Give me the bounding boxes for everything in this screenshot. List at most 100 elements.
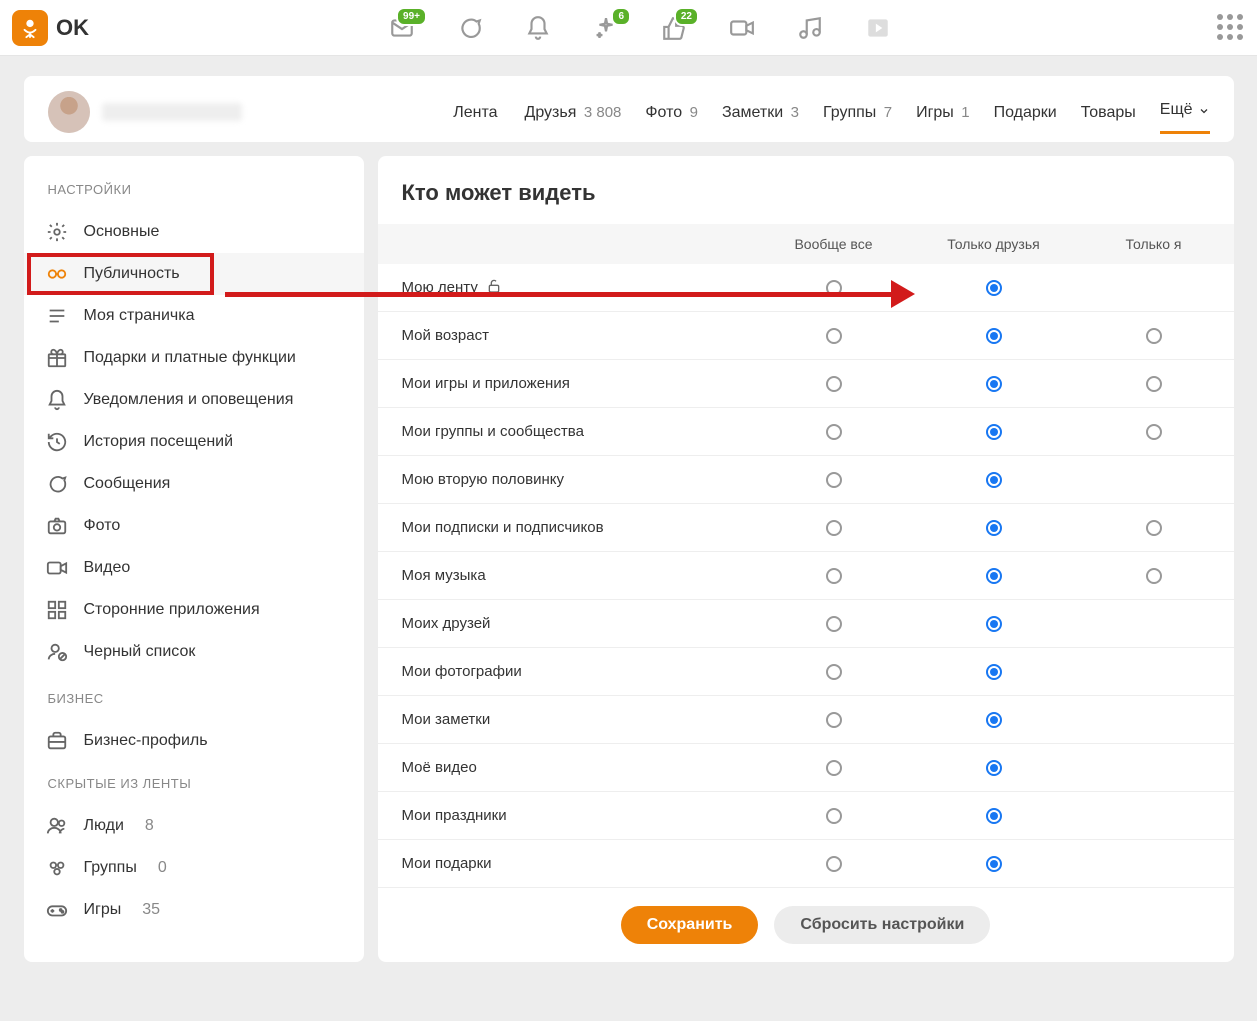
radio-everyone[interactable] — [826, 520, 842, 536]
radio-everyone[interactable] — [826, 472, 842, 488]
radio-friends-only[interactable] — [986, 328, 1002, 344]
sidebar-item-apps[interactable]: Сторонние приложения — [24, 589, 364, 631]
radio-friends-only[interactable] — [986, 424, 1002, 440]
radio-friends-only[interactable] — [986, 712, 1002, 728]
likes-icon[interactable]: 22 — [661, 15, 687, 41]
settings-sidebar: НАСТРОЙКИ Основные Публичность Моя стран… — [24, 156, 364, 962]
sidebar-item-general[interactable]: Основные — [24, 211, 364, 253]
radio-cell — [754, 712, 914, 728]
radio-friends-only[interactable] — [986, 376, 1002, 392]
radio-friends-only[interactable] — [986, 616, 1002, 632]
radio-everyone[interactable] — [826, 424, 842, 440]
sidebar-item-gifts[interactable]: Подарки и платные функции — [24, 337, 364, 379]
music-icon[interactable] — [797, 15, 823, 41]
tab-goods[interactable]: Товары — [1081, 104, 1136, 134]
avatar[interactable] — [48, 91, 90, 133]
radio-friends-only[interactable] — [986, 856, 1002, 872]
radio-cell — [914, 328, 1074, 344]
logo-block[interactable]: OK — [12, 10, 89, 46]
sidebar-item-mypage[interactable]: Моя страничка — [24, 295, 364, 337]
sidebar-item-hidden-groups[interactable]: Группы 0 — [24, 847, 364, 889]
radio-everyone[interactable] — [826, 376, 842, 392]
radio-friends-only[interactable] — [986, 760, 1002, 776]
radio-everyone[interactable] — [826, 280, 842, 296]
tab-photos[interactable]: Фото 9 — [645, 104, 698, 134]
privacy-table: Вообще все Только друзья Только я Мою ле… — [378, 224, 1234, 888]
radio-everyone[interactable] — [826, 712, 842, 728]
guests-icon[interactable]: 6 — [593, 15, 619, 41]
privacy-icon — [46, 263, 68, 285]
message-icon — [46, 473, 68, 495]
sidebar-item-video[interactable]: Видео — [24, 547, 364, 589]
sidebar-item-privacy[interactable]: Публичность — [24, 253, 364, 295]
reset-button[interactable]: Сбросить настройки — [774, 906, 990, 944]
save-button[interactable]: Сохранить — [621, 906, 759, 944]
sidebar-item-hidden-games[interactable]: Игры 35 — [24, 889, 364, 931]
radio-everyone[interactable] — [826, 664, 842, 680]
apps-icon — [46, 599, 68, 621]
likes-badge: 22 — [674, 7, 699, 26]
radio-cell — [754, 856, 914, 872]
radio-friends-only[interactable] — [986, 520, 1002, 536]
tab-friends[interactable]: Друзья 3 808 — [525, 104, 622, 134]
radio-friends-only[interactable] — [986, 472, 1002, 488]
radio-cell — [914, 664, 1074, 680]
row-label: Мои фотографии — [378, 663, 754, 680]
sidebar-item-notifications[interactable]: Уведомления и оповещения — [24, 379, 364, 421]
sidebar-item-blacklist[interactable]: Черный список — [24, 631, 364, 673]
table-row: Мои подарки — [378, 840, 1234, 888]
tab-more[interactable]: Ещё — [1160, 101, 1210, 134]
radio-everyone[interactable] — [826, 808, 842, 824]
sidebar-heading-hidden: СКРЫТЫЕ ИЗ ЛЕНТЫ — [24, 762, 364, 805]
table-row: Моё видео — [378, 744, 1234, 792]
tab-gifts[interactable]: Подарки — [994, 104, 1057, 134]
row-label: Моя музыка — [378, 567, 754, 584]
radio-only-me[interactable] — [1146, 376, 1162, 392]
radio-only-me[interactable] — [1146, 424, 1162, 440]
table-row: Моих друзей — [378, 600, 1234, 648]
notifications-icon[interactable] — [525, 15, 551, 41]
radio-only-me[interactable] — [1146, 568, 1162, 584]
radio-only-me[interactable] — [1146, 520, 1162, 536]
sidebar-item-label: Публичность — [84, 265, 180, 283]
apps-grid-icon[interactable] — [1217, 14, 1245, 42]
discussions-icon[interactable] — [457, 15, 483, 41]
sidebar-item-hidden-people[interactable]: Люди 8 — [24, 805, 364, 847]
video-icon[interactable] — [729, 15, 755, 41]
sidebar-item-label: Основные — [84, 223, 160, 241]
row-label: Моих друзей — [378, 615, 754, 632]
guests-badge: 6 — [611, 7, 631, 26]
radio-only-me[interactable] — [1146, 328, 1162, 344]
radio-friends-only[interactable] — [986, 568, 1002, 584]
row-label-text: Мои подписки и подписчиков — [402, 519, 604, 536]
play-box-icon[interactable] — [865, 15, 891, 41]
radio-cell — [754, 808, 914, 824]
tab-notes[interactable]: Заметки 3 — [722, 104, 799, 134]
radio-everyone[interactable] — [826, 328, 842, 344]
row-label-text: Мои праздники — [402, 807, 507, 824]
sidebar-item-business-profile[interactable]: Бизнес-профиль — [24, 720, 364, 762]
radio-friends-only[interactable] — [986, 808, 1002, 824]
actions-bar: Сохранить Сбросить настройки — [378, 888, 1234, 962]
sidebar-item-label: История посещений — [84, 433, 234, 451]
tab-groups[interactable]: Группы 7 — [823, 104, 892, 134]
radio-everyone[interactable] — [826, 760, 842, 776]
tab-games[interactable]: Игры 1 — [916, 104, 970, 134]
radio-friends-only[interactable] — [986, 280, 1002, 296]
radio-everyone[interactable] — [826, 856, 842, 872]
radio-friends-only[interactable] — [986, 664, 1002, 680]
sidebar-item-history[interactable]: История посещений — [24, 421, 364, 463]
privacy-settings-main: Кто может видеть Вообще все Только друзь… — [378, 156, 1234, 962]
radio-cell — [754, 760, 914, 776]
messages-icon[interactable]: 99+ — [389, 15, 415, 41]
radio-cell — [754, 424, 914, 440]
gift-icon — [46, 347, 68, 369]
tab-feed[interactable]: Лента — [453, 104, 500, 134]
row-label-text: Моё видео — [402, 759, 477, 776]
radio-everyone[interactable] — [826, 568, 842, 584]
sidebar-item-photo[interactable]: Фото — [24, 505, 364, 547]
radio-everyone[interactable] — [826, 616, 842, 632]
table-row: Мои фотографии — [378, 648, 1234, 696]
sidebar-item-label: Видео — [84, 559, 131, 577]
sidebar-item-messages[interactable]: Сообщения — [24, 463, 364, 505]
